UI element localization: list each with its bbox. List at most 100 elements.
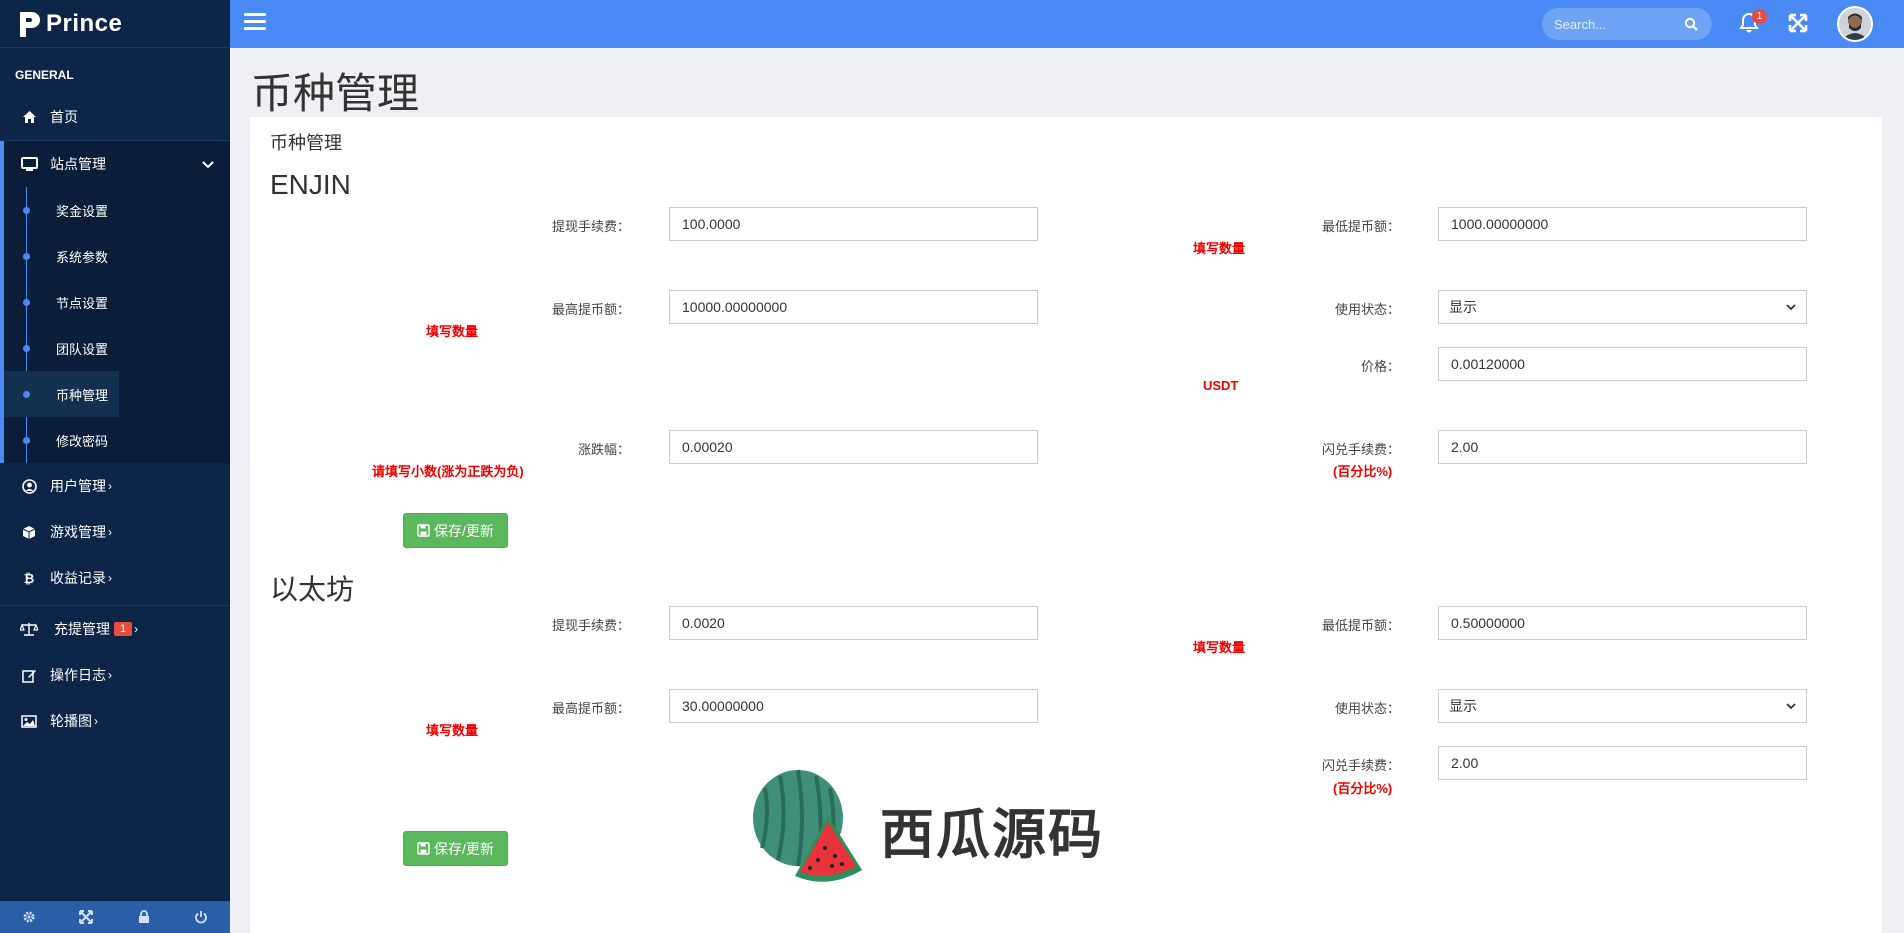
status-label: 使用状态： [1334, 302, 1400, 317]
coin-name: ENJIN [270, 169, 351, 200]
watermelon-logo-icon [753, 769, 862, 882]
price-input[interactable] [1438, 347, 1807, 381]
search-icon[interactable] [1684, 17, 1698, 31]
edit-icon [20, 666, 38, 684]
price-label: 价格： [1360, 359, 1400, 374]
cube-icon [20, 523, 38, 541]
swap-fee-input[interactable] [1438, 430, 1807, 464]
topbar: 1 [230, 0, 1904, 48]
card-title: 币种管理 [270, 133, 342, 153]
home-icon [20, 108, 38, 126]
fullscreen-icon[interactable] [1788, 13, 1810, 35]
bitcoin-icon: ₿ [23, 570, 35, 586]
sidebar-item-change-password[interactable]: 修改密码 [4, 417, 230, 463]
sidebar-item-coin-mgmt[interactable]: 币种管理 [4, 371, 119, 417]
bullet-icon [23, 390, 30, 398]
swap-fee-input[interactable] [1438, 746, 1807, 780]
chevron-right-icon: › [108, 571, 112, 585]
sidebar-subnav: 奖金设置 系统参数 节点设置 团队设置 币种管理 修改密码 [0, 187, 230, 463]
sidebar: Prince GENERAL 首页 站点管理 奖金设置 系统参数 节点设置 团队… [0, 0, 230, 933]
bullet-icon [23, 252, 30, 260]
change-input[interactable] [669, 430, 1038, 464]
sidebar-item-oplog[interactable]: 操作日志 › [0, 652, 230, 698]
avatar[interactable] [1837, 6, 1873, 42]
min-withdraw-hint: 填写数量 [1193, 640, 1246, 655]
brand-logo-icon [20, 11, 40, 37]
sidebar-item-team[interactable]: 团队设置 [4, 325, 230, 371]
min-withdraw-input[interactable] [1438, 606, 1807, 640]
price-unit: USDT [1203, 378, 1239, 393]
chevron-down-icon [1786, 702, 1796, 709]
chevron-right-icon: › [108, 479, 112, 493]
bullet-icon [23, 436, 30, 444]
max-withdraw-input[interactable] [669, 290, 1038, 324]
recharge-badge: 1 [114, 622, 133, 636]
balance-scale-icon [20, 620, 38, 638]
sidebar-item-home[interactable]: 首页 [0, 94, 230, 140]
chevron-down-icon [202, 156, 214, 172]
brand-name: Prince [46, 9, 123, 37]
max-withdraw-input[interactable] [669, 689, 1038, 723]
notification-bell-icon[interactable]: 1 [1739, 9, 1767, 34]
notification-count: 1 [1752, 9, 1767, 24]
sidebar-footer [0, 901, 230, 933]
min-withdraw-hint: 填写数量 [1193, 241, 1246, 256]
status-select[interactable]: 显示 [1438, 290, 1807, 324]
withdraw-fee-label: 提现手续费： [551, 618, 630, 633]
power-icon[interactable] [192, 908, 210, 926]
max-withdraw-label: 最高提币额： [551, 302, 630, 317]
status-select[interactable]: 显示 [1438, 689, 1807, 723]
bullet-icon [23, 344, 30, 352]
swap-fee-hint: (百分比%) [1333, 781, 1393, 796]
swap-fee-label: 闪兑手续费： [1321, 442, 1400, 457]
chevron-down-icon [1786, 303, 1796, 310]
withdraw-fee-input[interactable] [669, 207, 1038, 241]
swap-fee-hint: (百分比%) [1333, 464, 1393, 479]
sidebar-item-site-mgmt[interactable]: 站点管理 [0, 141, 230, 187]
chevron-right-icon: › [134, 622, 139, 636]
sidebar-section-title: GENERAL [15, 68, 74, 82]
withdraw-fee-input[interactable] [669, 606, 1038, 640]
search-input[interactable] [1554, 16, 1684, 32]
sidebar-item-bonus[interactable]: 奖金设置 [4, 187, 230, 233]
save-button[interactable]: 保存/更新 [403, 831, 508, 866]
floppy-icon [417, 842, 430, 855]
expand-icon[interactable] [77, 908, 95, 926]
sidebar-item-system-params[interactable]: 系统参数 [4, 233, 230, 279]
search-box [1542, 8, 1712, 40]
brand[interactable]: Prince [0, 0, 230, 48]
sidebar-item-income[interactable]: ₿ 收益记录 › [0, 555, 230, 601]
status-label: 使用状态： [1334, 701, 1400, 716]
min-withdraw-input[interactable] [1438, 207, 1807, 241]
withdraw-fee-label: 提现手续费： [551, 219, 630, 234]
chevron-right-icon: › [94, 714, 98, 728]
max-withdraw-hint: 填写数量 [426, 723, 479, 738]
sidebar-item-user-mgmt[interactable]: 用户管理 › [0, 463, 230, 509]
chevron-right-icon: › [108, 525, 112, 539]
watermark-text: 西瓜源码 [880, 805, 1104, 865]
user-circle-icon [20, 477, 38, 495]
max-withdraw-label: 最高提币额： [551, 701, 630, 716]
min-withdraw-label: 最低提币额： [1321, 219, 1400, 234]
sidebar-item-carousel[interactable]: 轮播图 › [0, 698, 230, 744]
monitor-icon [20, 155, 38, 173]
swap-fee-label: 闪兑手续费： [1321, 758, 1400, 773]
chevron-right-icon: › [108, 668, 112, 682]
lock-icon[interactable] [135, 908, 153, 926]
sidebar-item-node[interactable]: 节点设置 [4, 279, 230, 325]
page-title: 币种管理 [251, 70, 420, 117]
sidebar-item-recharge[interactable]: 充提管理 1 › [0, 606, 230, 652]
sidebar-item-label: 站点管理 [50, 156, 106, 172]
max-withdraw-hint: 填写数量 [426, 324, 479, 339]
coin-name: 以太坊 [270, 574, 355, 605]
sidebar-item-game-mgmt[interactable]: 游戏管理 › [0, 509, 230, 555]
menu-toggle-icon[interactable] [244, 13, 266, 35]
bullet-icon [23, 206, 30, 214]
bullet-icon [23, 298, 30, 306]
save-button[interactable]: 保存/更新 [403, 513, 508, 548]
change-hint: 请填写小数(涨为正跌为负) [372, 464, 524, 479]
image-icon [20, 712, 38, 730]
gear-icon[interactable] [20, 908, 38, 926]
floppy-icon [417, 524, 430, 537]
min-withdraw-label: 最低提币额： [1321, 618, 1400, 633]
